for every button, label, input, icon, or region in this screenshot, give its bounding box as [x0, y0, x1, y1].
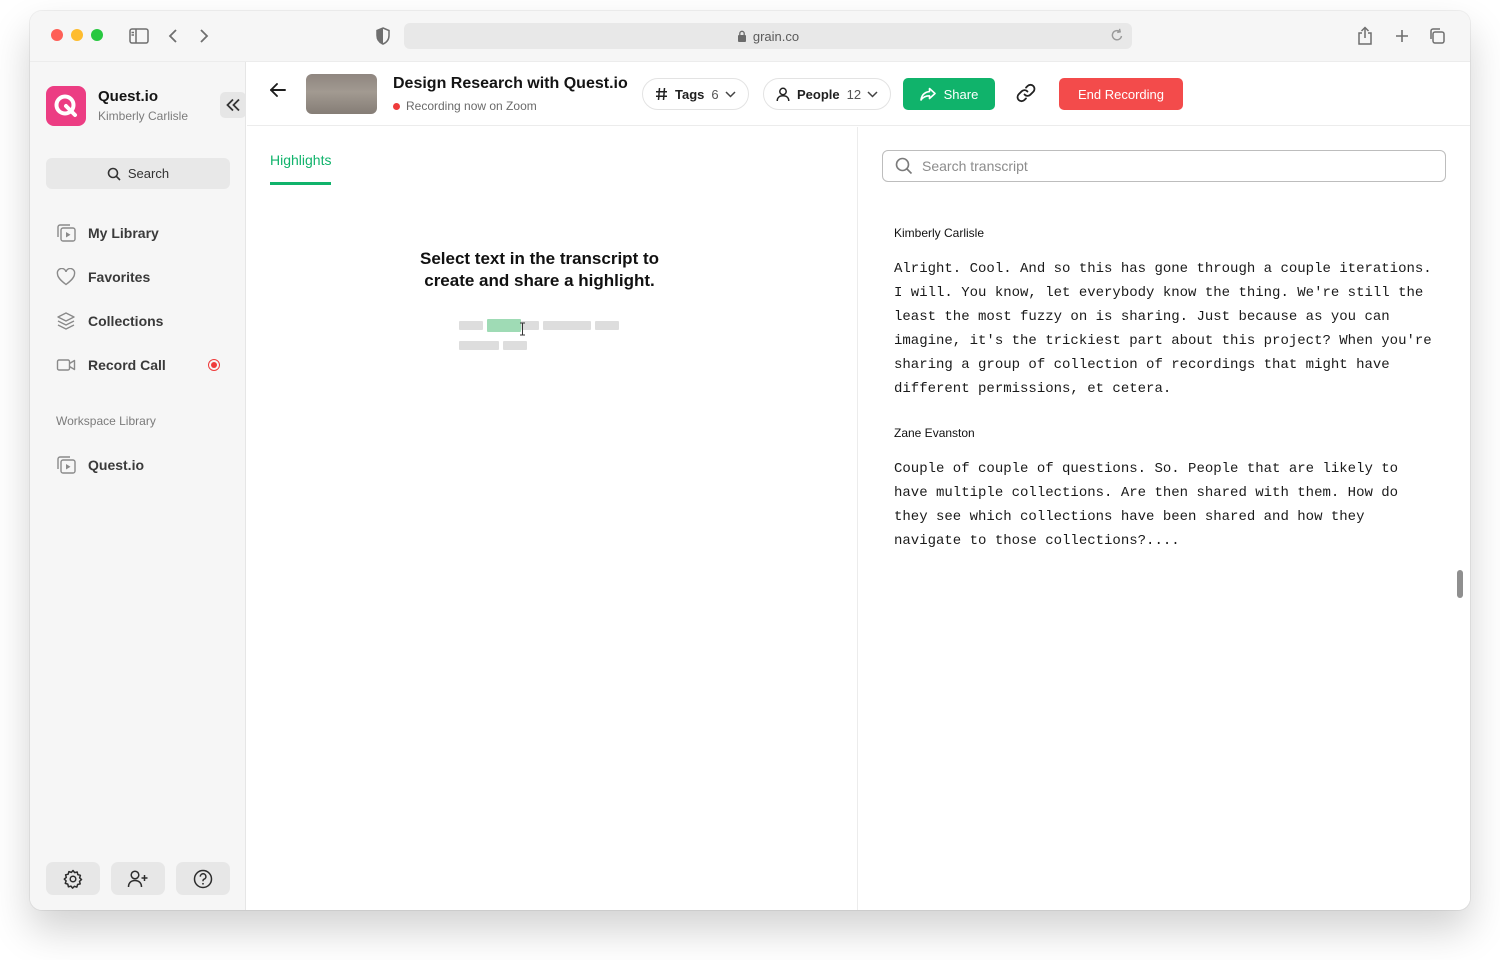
person-icon	[776, 87, 790, 102]
recording-status-text: Recording now on Zoom	[406, 99, 537, 113]
recording-header: Design Research with Quest.io Recording …	[247, 62, 1470, 126]
sidebar-search-button[interactable]: Search	[46, 158, 230, 189]
privacy-shield-icon[interactable]	[372, 25, 394, 47]
close-window-button[interactable]	[51, 29, 63, 41]
quest-logo-icon	[54, 94, 77, 117]
tab-overview-icon[interactable]	[1426, 25, 1448, 47]
sidebar-toggle-icon[interactable]	[128, 25, 150, 47]
library-icon	[56, 223, 76, 243]
hash-icon	[655, 87, 668, 101]
highlights-pane: Highlights Select text in the transcript…	[247, 127, 858, 910]
lock-icon	[737, 30, 747, 42]
recording-title: Design Research with Quest.io	[393, 75, 628, 92]
recording-indicator-icon	[208, 359, 220, 371]
add-user-icon	[127, 869, 148, 887]
sidebar-item-label: Quest.io	[88, 457, 145, 473]
chevron-down-icon	[867, 90, 878, 98]
transcript-scrollbar[interactable]	[1457, 570, 1463, 598]
share-button[interactable]: Share	[903, 78, 995, 110]
sidebar-item-label: My Library	[88, 225, 159, 241]
sidebar-item-record-call[interactable]: Record Call	[46, 348, 230, 382]
browser-window: grain.co Quest.io Kimberly Carlisle Sear…	[30, 11, 1470, 910]
chevron-down-icon	[725, 90, 736, 98]
address-bar[interactable]: grain.co	[404, 23, 1132, 49]
sidebar-item-my-library[interactable]: My Library	[46, 216, 230, 250]
double-chevron-left-icon	[226, 98, 240, 112]
transcript-line: least the most fuzzy on is sharing. Just…	[894, 309, 1390, 325]
user-name: Kimberly Carlisle	[98, 109, 189, 123]
minimize-window-button[interactable]	[71, 29, 83, 41]
people-dropdown[interactable]: People 12	[763, 78, 892, 110]
invite-user-button[interactable]	[111, 862, 165, 895]
back-arrow-icon[interactable]	[269, 82, 287, 98]
back-icon[interactable]	[162, 25, 184, 47]
browser-toolbar: grain.co	[30, 11, 1470, 62]
transcript-line: they see which collections have been sha…	[894, 509, 1365, 525]
sidebar-item-favorites[interactable]: Favorites	[46, 260, 230, 294]
transcript-line: I will. You know, let everybody know the…	[894, 285, 1424, 301]
reload-icon[interactable]	[1110, 27, 1124, 43]
sidebar-item-collections[interactable]: Collections	[46, 304, 230, 338]
help-button[interactable]	[176, 862, 230, 895]
speaker-name: Zane Evanston	[894, 426, 975, 440]
search-label: Search	[127, 166, 170, 181]
share-page-icon[interactable]	[1354, 25, 1376, 47]
search-icon	[895, 157, 913, 175]
transcript-line: imagine, it's the trickiest part about t…	[894, 333, 1432, 349]
search-icon	[107, 167, 121, 181]
transcript-line: have multiple collections. Are then shar…	[894, 485, 1399, 501]
sidebar-item-label: Collections	[88, 313, 164, 329]
transcript-line: Alright. Cool. And so this has gone thro…	[894, 261, 1432, 277]
copy-link-icon[interactable]	[1015, 82, 1037, 104]
transcript-line: navigate to those collections?....	[894, 533, 1180, 549]
forward-icon[interactable]	[193, 25, 215, 47]
share-label: Share	[943, 86, 979, 102]
collapse-sidebar-button[interactable]	[220, 92, 246, 118]
heart-icon	[56, 267, 76, 287]
share-arrow-icon	[919, 87, 936, 101]
transcript-pane: Kimberly Carlisle Alright. Cool. And so …	[859, 127, 1470, 910]
tags-label: Tags	[675, 86, 705, 102]
sidebar: Quest.io Kimberly Carlisle Search My Lib…	[30, 62, 246, 910]
transcript-utterance[interactable]: Alright. Cool. And so this has gone thro…	[894, 257, 1444, 401]
workspace-logo[interactable]	[46, 86, 86, 126]
workspace-library-heading: Workspace Library	[56, 414, 156, 428]
help-icon	[193, 869, 213, 888]
new-tab-icon[interactable]	[1391, 25, 1413, 47]
workspace-name: Quest.io	[98, 88, 159, 105]
transcript-line: Couple of couple of questions. So. Peopl…	[894, 461, 1399, 477]
transcript-search[interactable]	[882, 150, 1446, 182]
tags-dropdown[interactable]: Tags 6	[642, 78, 749, 110]
highlights-empty-message: Select text in the transcript to create …	[247, 248, 832, 292]
people-count: 12	[846, 86, 862, 102]
settings-icon	[63, 869, 83, 889]
recording-thumbnail[interactable]	[306, 74, 377, 114]
transcript-search-input[interactable]	[922, 158, 1422, 174]
empty-message-line-1: Select text in the transcript to	[420, 249, 659, 268]
tags-count: 6	[711, 86, 719, 102]
people-label: People	[797, 86, 840, 102]
sidebar-item-label: Record Call	[88, 357, 166, 373]
text-cursor-icon	[520, 322, 525, 336]
sidebar-item-quest-io[interactable]: Quest.io	[46, 448, 230, 482]
settings-button[interactable]	[46, 862, 100, 895]
end-recording-button[interactable]: End Recording	[1059, 78, 1183, 110]
video-icon	[56, 355, 76, 375]
empty-message-line-2: create and share a highlight.	[424, 271, 655, 290]
recording-status: Recording now on Zoom	[393, 99, 537, 113]
library-icon	[56, 455, 76, 475]
transcript-line: different permissions, et cetera.	[894, 381, 1172, 397]
tab-highlights[interactable]: Highlights	[270, 152, 332, 185]
layers-icon	[56, 311, 76, 331]
zoom-window-button[interactable]	[91, 29, 103, 41]
speaker-name: Kimberly Carlisle	[894, 226, 985, 240]
live-dot-icon	[393, 102, 400, 110]
url-text: grain.co	[752, 28, 800, 44]
sidebar-item-label: Favorites	[88, 269, 151, 285]
transcript-utterance[interactable]: Couple of couple of questions. So. Peopl…	[894, 457, 1444, 553]
transcript-line: sharing a group of collection of recordi…	[894, 357, 1390, 373]
